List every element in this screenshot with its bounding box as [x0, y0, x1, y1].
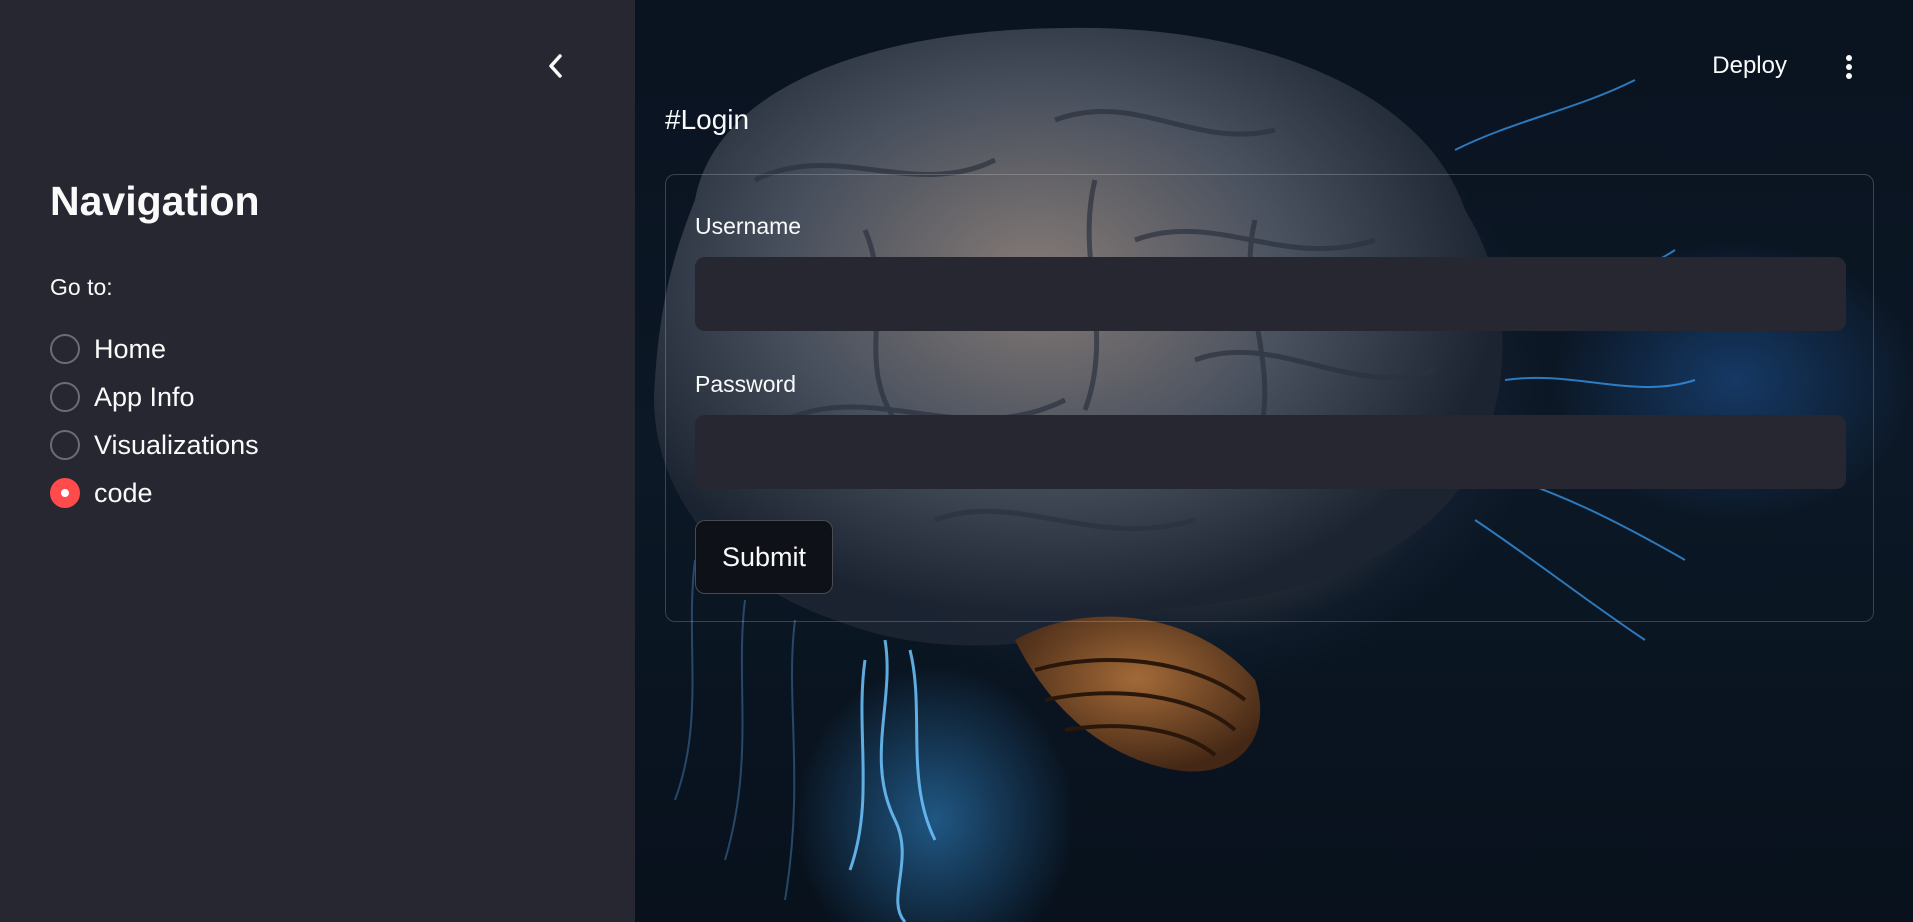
radio-option-label: Visualizations — [94, 429, 259, 460]
deploy-button[interactable]: Deploy — [1712, 52, 1787, 80]
username-input[interactable] — [695, 257, 1846, 331]
radio-button[interactable] — [50, 334, 80, 364]
page-heading: #Login — [665, 104, 750, 135]
username-label: Username — [695, 213, 802, 239]
login-form: Username Password Submit — [665, 174, 1874, 622]
radio-option-label: App Info — [94, 381, 195, 412]
chevron-left-icon — [549, 54, 562, 78]
main-menu-button[interactable] — [1835, 52, 1863, 82]
sidebar: Navigation Go to: Home App Info Visualiz… — [0, 0, 635, 922]
radio-button-selected[interactable] — [50, 478, 80, 508]
vertical-dots-icon — [1846, 55, 1852, 61]
radio-button[interactable] — [50, 430, 80, 460]
radio-option-label: Home — [94, 333, 167, 364]
radio-option-home[interactable]: Home — [50, 325, 259, 373]
radio-option-app-info[interactable]: App Info — [50, 373, 259, 421]
app: Navigation Go to: Home App Info Visualiz… — [0, 0, 1913, 922]
radio-option-visualizations[interactable]: Visualizations — [50, 421, 259, 469]
password-label: Password — [695, 371, 796, 397]
submit-button[interactable]: Submit — [695, 520, 833, 594]
radio-button[interactable] — [50, 382, 80, 412]
sidebar-title: Navigation — [50, 178, 260, 224]
nav-radio-group: Home App Info Visualizations code — [50, 325, 259, 517]
collapse-sidebar-button[interactable] — [540, 50, 572, 82]
password-input[interactable] — [695, 415, 1846, 489]
main-content: Deploy #Login Username Password Submit — [635, 0, 1913, 922]
radio-option-label: code — [94, 477, 153, 508]
radio-group-label: Go to: — [50, 274, 113, 300]
radio-option-code[interactable]: code — [50, 469, 259, 517]
